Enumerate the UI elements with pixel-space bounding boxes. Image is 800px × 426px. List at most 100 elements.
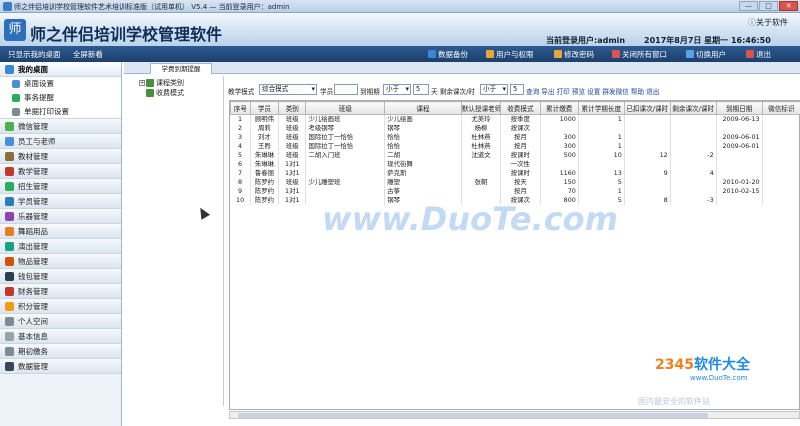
fullscreen-toggle[interactable]: 全屏新看: [73, 50, 103, 59]
table-row[interactable]: 2 周莉 班级 考级钢琴 钢琴 杨柳 按课次: [230, 124, 800, 133]
sidebar-section[interactable]: 学员管理: [0, 194, 121, 209]
table-cell: 13: [578, 169, 625, 178]
due-operator-select[interactable]: 小于: [383, 84, 411, 95]
tree-node-fee-mode[interactable]: 收费模式: [128, 88, 223, 98]
users-permissions-label: 用户与权限: [496, 50, 534, 59]
maximize-button[interactable]: □: [759, 1, 778, 11]
column-header[interactable]: 累计学期长度: [577, 101, 625, 115]
column-header[interactable]: 到期日期: [715, 101, 763, 115]
about-link[interactable]: ⓘ关于软件: [748, 17, 788, 28]
table-row[interactable]: 8 陈罗约 班级 少儿雕塑班 雕塑 张朝 按天 150 5 2010-01-20: [230, 178, 800, 187]
scroll-thumb[interactable]: [238, 413, 708, 418]
remain-input[interactable]: 5: [510, 84, 524, 95]
table-cell: 现代街舞: [384, 160, 462, 169]
column-header[interactable]: 学员: [249, 101, 280, 115]
sidebar-section[interactable]: 基本信息: [0, 329, 121, 344]
sidebar-section[interactable]: 期初缴务: [0, 344, 121, 359]
sidebar-section[interactable]: 数据管理: [0, 359, 121, 374]
action-links[interactable]: 查询 导出 打印 预览 设置 群发微信 帮助 退出: [526, 86, 659, 96]
sidebar-subitem-desktop-settings[interactable]: 桌面设置: [0, 77, 121, 91]
table-cell: 按月: [500, 142, 541, 151]
change-password-button[interactable]: 修改密码: [554, 49, 594, 60]
remain-operator-select[interactable]: 小于: [480, 84, 508, 95]
table-cell: 顾明伟: [250, 114, 280, 124]
users-permissions-button[interactable]: 用户与权限: [486, 49, 534, 60]
column-header[interactable]: 默认授课老师: [460, 101, 502, 115]
sidebar-section[interactable]: 物品管理: [0, 254, 121, 269]
sidebar-section-label: 微信管理: [18, 122, 48, 131]
sidebar-section[interactable]: 演出管理: [0, 239, 121, 254]
sidebar-section[interactable]: 积分管理: [0, 299, 121, 314]
table-cell: -2: [670, 151, 717, 160]
table-cell: [762, 151, 800, 160]
column-header[interactable]: 班级: [305, 101, 386, 115]
table-cell: 二胡: [384, 151, 462, 160]
folder-icon: [146, 89, 154, 97]
sidebar-section[interactable]: 招生管理: [0, 179, 121, 194]
expand-icon[interactable]: +: [139, 80, 145, 86]
table-row[interactable]: 9 陈罗约 1对1 古筝 按月 70 1 2010-02-15: [230, 187, 800, 196]
printer-icon: [12, 108, 20, 116]
column-header[interactable]: 已扣课次/课时: [623, 101, 671, 115]
table-cell: 150: [540, 178, 579, 187]
sidebar-section-label: 教材管理: [18, 152, 48, 161]
backup-button[interactable]: 数据备份: [428, 49, 468, 60]
sidebar-subitem-print-settings[interactable]: 单据打印设置: [0, 105, 121, 119]
due-unit-label: 天 剩余课次/时: [431, 88, 475, 96]
show-my-desktop-toggle[interactable]: 只显示我的桌面: [8, 50, 61, 59]
column-header[interactable]: 序号: [230, 101, 251, 115]
sidebar-section[interactable]: 教学管理: [0, 164, 121, 179]
student-input[interactable]: [334, 84, 358, 95]
table-cell: 杜林燕: [461, 133, 502, 142]
table-cell: [762, 187, 800, 196]
sidebar-section[interactable]: 舞蹈用品: [0, 224, 121, 239]
switch-user-button[interactable]: 切换用户: [686, 49, 726, 60]
table-cell: 少儿绘画班: [305, 114, 386, 124]
teach-mode-select[interactable]: 综合模式: [259, 84, 317, 95]
table-cell: [461, 187, 502, 196]
sidebar-item-my-desktop[interactable]: 我的桌面: [0, 62, 121, 77]
column-header[interactable]: 剩余课次/课时: [669, 101, 717, 115]
tree-node-course-category[interactable]: + 课程类别: [128, 78, 223, 88]
table-row[interactable]: 4 王煦 班级 国际拉丁一恰恰 恰恰 杜林燕 按月 300 1 2009-06-01: [230, 142, 800, 151]
due-days-input[interactable]: 5: [413, 84, 429, 95]
sidebar-section[interactable]: 个人空间: [0, 314, 121, 329]
table-cell: 陈罗约: [250, 196, 280, 205]
sidebar-section[interactable]: 微信管理: [0, 119, 121, 134]
table-row[interactable]: 6 朱琳琳 1对1 现代街舞 一次性: [230, 160, 800, 169]
table-cell: 2009-06-13: [716, 114, 763, 124]
tree-node-label: 课程类别: [156, 79, 184, 87]
sidebar-section[interactable]: 钱包管理: [0, 269, 121, 284]
tab-fee-due-reminder[interactable]: 学费到期提醒: [150, 63, 212, 74]
horizontal-scrollbar[interactable]: [229, 411, 800, 419]
table-cell: 杨柳: [461, 124, 502, 133]
sidebar-subitem-reminders[interactable]: 事务提醒: [0, 91, 121, 105]
sidebar-section[interactable]: 财务管理: [0, 284, 121, 299]
column-header[interactable]: 收费模式: [500, 101, 541, 115]
table-cell: 班级: [278, 133, 307, 142]
close-all-windows-button[interactable]: 关闭所有窗口: [612, 49, 667, 60]
sidebar-section[interactable]: 员工与老师: [0, 134, 121, 149]
column-header[interactable]: 微信标识: [761, 101, 800, 115]
app-icon: [3, 2, 12, 11]
table-row[interactable]: 7 鲁春丽 1对1 萨克斯 按课时 1160 13 9 4: [230, 169, 800, 178]
close-windows-icon: [612, 50, 620, 58]
table-cell: 70: [540, 187, 579, 196]
section-icon: [5, 257, 14, 266]
table-cell: 陈罗约: [250, 178, 280, 187]
database-icon: [428, 50, 436, 58]
close-button[interactable]: ✕: [779, 1, 798, 11]
column-header[interactable]: 类别: [278, 101, 307, 115]
table-row[interactable]: 5 朱琳琳 班级 二胡入门班 二胡 沈道文 按课时 500 10 12 -2: [230, 151, 800, 160]
table-row[interactable]: 1 顾明伟 班级 少儿绘画班 少儿绘画 尤美玲 按季度 1000 1 2009-06-13: [230, 114, 800, 124]
sidebar-section[interactable]: 乐器管理: [0, 209, 121, 224]
column-header[interactable]: 课程: [384, 101, 462, 115]
exit-button[interactable]: 退出: [746, 49, 771, 60]
table-cell: 按天: [500, 178, 541, 187]
table-cell: 二胡入门班: [305, 151, 386, 160]
table-row[interactable]: 3 刘才 班级 国际拉丁一恰恰 恰恰 杜林燕 按月 300 1 2009-06-01: [230, 133, 800, 142]
minimize-button[interactable]: —: [739, 1, 758, 11]
table-cell: 8: [624, 196, 671, 205]
sidebar-section[interactable]: 教材管理: [0, 149, 121, 164]
column-header[interactable]: 累计缴费: [539, 101, 579, 115]
